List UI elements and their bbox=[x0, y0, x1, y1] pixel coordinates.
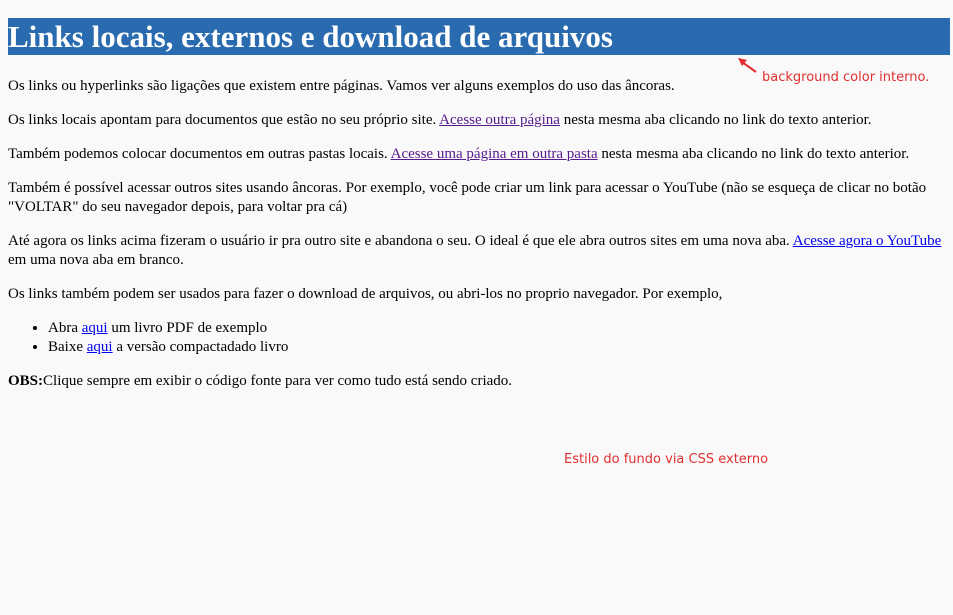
page-title: Links locais, externos e download de arq… bbox=[8, 18, 950, 55]
zip-download-link[interactable]: aqui bbox=[87, 339, 113, 355]
local-page-link[interactable]: Acesse outra página bbox=[439, 112, 560, 128]
obs-text: Clique sempre em exibir o código fonte p… bbox=[43, 373, 513, 389]
download-item-prefix: Baixe bbox=[48, 339, 87, 355]
list-item: Baixe aqui a versão compactadado livro bbox=[48, 338, 950, 357]
download-item-suffix: um livro PDF de exemplo bbox=[107, 320, 268, 336]
folder-page-link[interactable]: Acesse uma página em outra pasta bbox=[391, 146, 598, 162]
folder-links-text-after: nesta mesma aba clicando no link do text… bbox=[597, 146, 910, 162]
youtube-new-tab-link[interactable]: Acesse agora o YouTube bbox=[793, 233, 942, 249]
local-links-text-after: nesta mesma aba clicando no link do text… bbox=[559, 112, 872, 128]
list-item: Abra aqui um livro PDF de exemplo bbox=[48, 319, 950, 338]
annotation-css-background: Estilo do fundo via CSS externo bbox=[564, 452, 769, 467]
folder-links-paragraph: Também podemos colocar documentos em out… bbox=[8, 145, 950, 164]
annotation-background-color: background color interno. bbox=[762, 70, 930, 85]
new-tab-text-before: Até agora os links acima fizeram o usuár… bbox=[8, 233, 793, 249]
download-intro-paragraph: Os links também podem ser usados para fa… bbox=[8, 286, 723, 302]
local-links-text-before: Os links locais apontam para documentos … bbox=[8, 112, 440, 128]
new-tab-text-after: em uma nova aba em branco. bbox=[8, 252, 184, 268]
obs-label: OBS: bbox=[8, 373, 44, 389]
download-item-suffix: a versão compactadado livro bbox=[112, 339, 289, 355]
new-tab-paragraph: Até agora os links acima fizeram o usuár… bbox=[8, 232, 950, 270]
download-list: Abra aqui um livro PDF de exemplo Baixe … bbox=[8, 319, 950, 357]
obs-paragraph: OBS:Clique sempre em exibir o código fon… bbox=[8, 372, 950, 391]
external-links-paragraph: Também é possível acessar outros sites u… bbox=[8, 180, 927, 215]
local-links-paragraph: Os links locais apontam para documentos … bbox=[8, 111, 950, 130]
annotation-arrow-icon bbox=[738, 58, 757, 73]
download-item-prefix: Abra bbox=[48, 320, 82, 336]
pdf-book-link[interactable]: aqui bbox=[82, 320, 108, 336]
folder-links-text-before: Também podemos colocar documentos em out… bbox=[8, 146, 391, 162]
